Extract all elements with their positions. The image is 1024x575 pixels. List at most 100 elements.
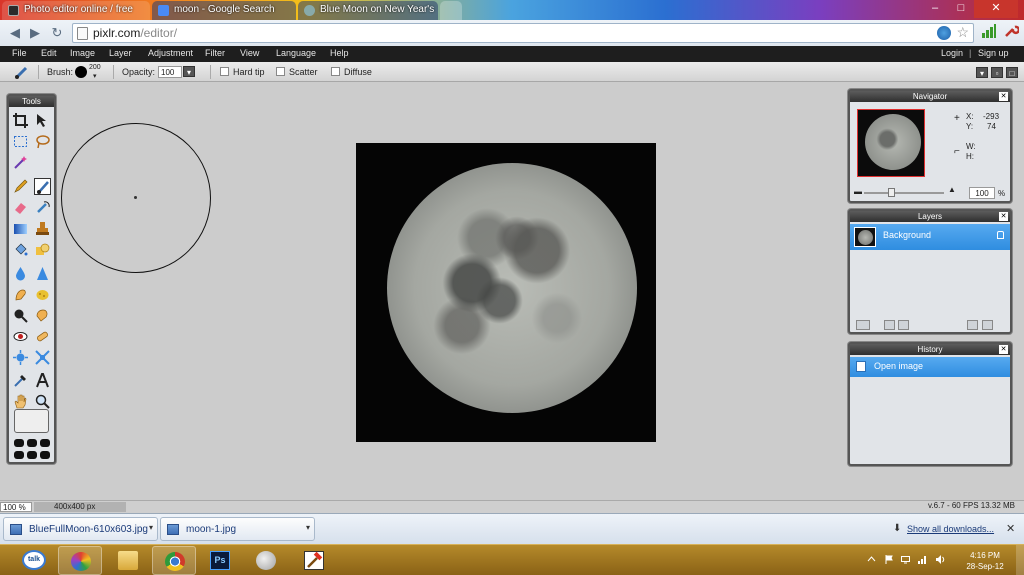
menu-help[interactable]: Help [330,48,349,58]
eraser-tool-icon[interactable] [12,199,29,216]
system-clock[interactable]: 4:16 PM 28-Sep-12 [960,550,1010,572]
gradient-tool-icon[interactable] [12,220,29,237]
bookmark-star-icon[interactable]: ☆ [956,24,969,41]
stamp-tool-icon[interactable] [34,220,51,237]
login-link[interactable]: Login [941,48,963,58]
lasso-tool-icon[interactable] [34,133,51,150]
reload-button[interactable]: ↻ [48,24,66,42]
pinch-tool-icon[interactable] [34,349,51,366]
color-picker-tool-icon[interactable] [12,372,29,389]
close-icon[interactable]: ✕ [999,92,1008,101]
tab-photo-editor[interactable]: Photo editor online / free [2,1,150,20]
tab-google-search[interactable]: moon - Google Search [152,1,296,20]
view-mode-icon[interactable] [40,439,50,447]
new-tab-button[interactable] [440,1,462,20]
sponge-tool-icon[interactable] [34,286,51,303]
history-item[interactable]: Open image [850,357,1010,377]
sharpen-tool-icon[interactable] [34,265,51,282]
flag-icon[interactable] [885,555,894,564]
zoom-input[interactable]: 100 [969,187,995,199]
layer-mask-icon[interactable] [884,320,895,330]
view-mode-icon[interactable] [40,451,50,459]
back-button[interactable]: ◀ [6,24,24,42]
volume-icon[interactable] [936,555,945,564]
translate-extension-icon[interactable] [937,26,951,40]
close-window-button[interactable]: ✕ [974,0,1018,18]
new-layer-icon[interactable] [967,320,978,330]
download-item[interactable]: moon-1.jpg ▾ [160,517,315,541]
view-mode-icon[interactable] [14,451,24,459]
view-mode-icon[interactable] [27,451,37,459]
zoom-tool-icon[interactable] [34,393,51,410]
menu-edit[interactable]: Edit [41,48,57,58]
type-tool-icon[interactable] [34,372,51,389]
taskbar-photoshop[interactable]: Ps [198,546,242,575]
signal-extension-icon[interactable] [981,23,997,39]
close-icon[interactable]: ✕ [999,345,1008,354]
show-all-downloads-link[interactable]: Show all downloads... [907,524,994,534]
smudge-tool-icon[interactable] [12,286,29,303]
minimize-button[interactable]: – [922,0,948,18]
paint-bucket-tool-icon[interactable] [12,241,29,258]
taskbar-picasa[interactable] [58,546,102,575]
color-replace-tool-icon[interactable] [34,199,51,216]
address-bar[interactable]: pixlr.com/editor/ ☆ [72,23,974,43]
view-mode-icon[interactable] [27,439,37,447]
layer-settings-icon[interactable] [856,320,870,330]
tray-arrow-icon[interactable] [867,555,876,564]
opacity-input[interactable]: 100 [158,66,182,78]
marquee-tool-icon[interactable] [12,133,29,150]
app-fullscreen-button[interactable]: □ [1006,67,1018,78]
delete-layer-icon[interactable] [982,320,993,330]
forward-button[interactable]: ▶ [26,24,44,42]
image-canvas[interactable] [356,143,656,442]
menu-view[interactable]: View [240,48,259,58]
taskbar-chrome[interactable] [152,546,196,575]
lock-icon[interactable] [997,231,1004,239]
menu-layer[interactable]: Layer [109,48,132,58]
brush-size[interactable]: 200 [89,64,101,71]
layer-row[interactable]: Background [850,224,1010,250]
wrench-menu-icon[interactable] [1003,23,1021,39]
start-button[interactable]: talk [12,546,56,575]
taskbar-tool[interactable] [292,546,336,575]
red-eye-tool-icon[interactable] [12,328,29,345]
navigator-thumbnail[interactable] [857,109,925,177]
menu-image[interactable]: Image [70,48,95,58]
zoom-out-icon[interactable]: ▬ [854,187,862,196]
app-minimize-button[interactable]: ▾ [976,67,988,78]
menu-language[interactable]: Language [276,48,316,58]
display-icon[interactable] [901,555,910,564]
move-tool-icon[interactable] [34,112,51,129]
signal-icon[interactable] [918,555,927,564]
scatter-checkbox[interactable] [276,67,285,76]
wand-tool-icon[interactable] [12,154,29,171]
brush-tool-icon[interactable] [34,178,51,195]
chevron-down-icon[interactable]: ▾ [149,523,153,532]
signup-link[interactable]: Sign up [978,48,1009,58]
menu-file[interactable]: File [12,48,27,58]
shape-tool-icon[interactable] [34,241,51,258]
taskbar-paint[interactable] [244,546,288,575]
diffuse-checkbox[interactable] [331,67,340,76]
brush-preview[interactable] [75,66,87,78]
maximize-button[interactable]: □ [948,0,974,18]
blur-tool-icon[interactable] [12,265,29,282]
brush-dropdown-arrow[interactable]: ▾ [93,72,97,80]
spot-heal-tool-icon[interactable] [34,328,51,345]
download-item[interactable]: BlueFullMoon-610x603.jpg ▾ [3,517,158,541]
menu-adjustment[interactable]: Adjustment [148,48,193,58]
zoom-slider-handle[interactable] [888,188,895,197]
chevron-down-icon[interactable]: ▾ [306,523,310,532]
zoom-in-icon[interactable]: ▲ [948,185,956,194]
close-icon[interactable]: ✕ [999,212,1008,221]
hard-tip-checkbox[interactable] [220,67,229,76]
taskbar-explorer[interactable] [106,546,150,575]
hand-tool-icon[interactable] [12,393,29,410]
opacity-dropdown-button[interactable]: ▾ [183,66,195,77]
layer-style-icon[interactable] [898,320,909,330]
close-downloads-button[interactable]: ✕ [1006,522,1015,535]
burn-tool-icon[interactable] [34,307,51,324]
tab-blue-moon[interactable]: Blue Moon on New Year's [298,1,438,20]
crop-tool-icon[interactable] [12,112,29,129]
